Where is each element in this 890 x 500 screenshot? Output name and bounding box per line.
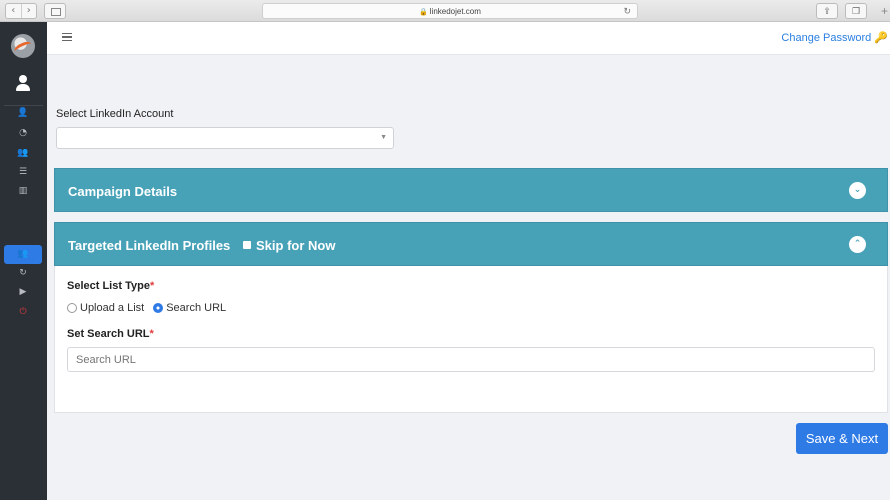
- radio-checked-icon[interactable]: [153, 303, 164, 313]
- new-tab-icon[interactable]: +: [881, 4, 888, 18]
- targeted-profiles-title: Targeted LinkedIn Profiles: [68, 238, 231, 253]
- campaign-details-header[interactable]: Campaign Details ⌄: [54, 168, 888, 212]
- browser-toolbar: ‹ › 🔒 linkedojet.com ↻ ⇪ ❐ +: [0, 0, 890, 22]
- chevron-up-icon[interactable]: ⌃: [849, 236, 866, 253]
- change-password-link[interactable]: Change Password 🔑: [781, 31, 888, 44]
- app-logo[interactable]: [11, 34, 35, 58]
- address-bar[interactable]: 🔒 linkedojet.com ↻: [262, 3, 638, 19]
- list-icon[interactable]: ☰: [4, 163, 42, 182]
- top-bar: Change Password 🔑: [47, 22, 890, 55]
- search-url-input[interactable]: [67, 347, 875, 372]
- share-icon[interactable]: ⇪: [816, 3, 838, 19]
- power-icon[interactable]: ⏻: [4, 303, 42, 322]
- account-select[interactable]: ▼: [56, 127, 394, 149]
- list-type-radio-group: Upload a List Search URL: [67, 302, 235, 314]
- users-icon[interactable]: 👥: [4, 144, 42, 163]
- user-icon[interactable]: [14, 73, 34, 95]
- play-icon[interactable]: ▶: [4, 283, 42, 302]
- key-icon: 🔑: [874, 32, 888, 44]
- skip-for-now-label: Skip for Now: [256, 238, 336, 253]
- menu-icon[interactable]: [62, 33, 72, 41]
- forward-icon[interactable]: ›: [20, 4, 37, 18]
- book-icon[interactable]: ▥: [4, 182, 42, 201]
- sidebar: 👤 ◔ 👥 ☰ ▥ 👥 ↻ ▶ ⏻: [0, 22, 47, 500]
- sidebar-toggle-icon[interactable]: [44, 3, 66, 19]
- refresh-icon[interactable]: ↻: [4, 264, 42, 283]
- reload-icon[interactable]: ↻: [623, 4, 631, 19]
- search-url-option[interactable]: Search URL: [153, 302, 226, 314]
- skip-for-now-checkbox[interactable]: Skip for Now: [243, 238, 335, 253]
- targeted-profiles-body: Select List Type* Upload a List Search U…: [54, 266, 888, 413]
- change-password-label: Change Password: [781, 32, 872, 44]
- campaign-details-title: Campaign Details: [68, 184, 178, 199]
- radio-unchecked-icon[interactable]: [67, 303, 77, 313]
- history-nav: ‹ ›: [5, 3, 37, 19]
- checkbox-icon[interactable]: [243, 241, 251, 249]
- search-url-label: Set Search URL*: [67, 328, 154, 340]
- save-next-button[interactable]: Save & Next: [796, 423, 888, 454]
- main-content: Select LinkedIn Account ▼ Campaign Detai…: [47, 56, 890, 500]
- add-user-icon[interactable]: 👤: [4, 104, 42, 123]
- targeted-profiles-header[interactable]: Targeted LinkedIn Profiles Skip for Now …: [54, 222, 888, 266]
- tabs-icon[interactable]: ❐: [845, 3, 867, 19]
- back-icon[interactable]: ‹: [6, 4, 21, 18]
- chevron-down-icon[interactable]: ⌄: [849, 182, 866, 199]
- list-type-label: Select List Type*: [67, 280, 155, 292]
- lock-icon: 🔒: [419, 9, 428, 16]
- caret-down-icon: ▼: [380, 134, 387, 141]
- account-label: Select LinkedIn Account: [56, 108, 174, 120]
- group-icon[interactable]: 👥: [4, 245, 42, 264]
- dashboard-icon[interactable]: ◔: [4, 124, 42, 143]
- upload-list-option[interactable]: Upload a List: [67, 302, 144, 314]
- url-text: linkedojet.com: [429, 7, 481, 16]
